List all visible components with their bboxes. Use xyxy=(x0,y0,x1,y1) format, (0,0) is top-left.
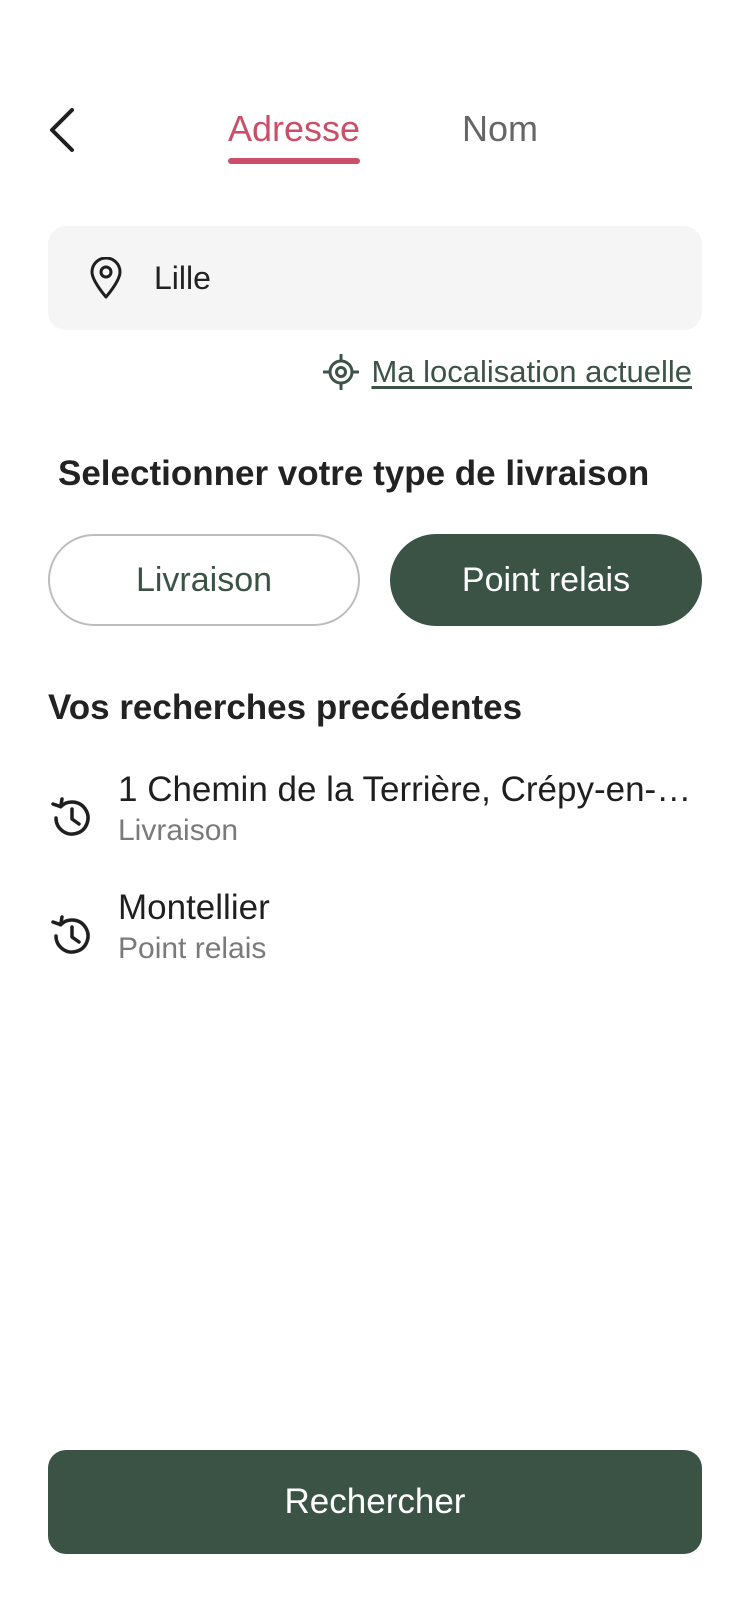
history-icon xyxy=(48,912,96,960)
tab-adresse[interactable]: Adresse xyxy=(228,108,361,164)
location-pin-icon xyxy=(86,256,126,300)
address-input[interactable] xyxy=(154,259,654,297)
address-search-field[interactable] xyxy=(48,226,702,330)
current-location-label: Ma localisation actuelle xyxy=(371,354,692,389)
search-button[interactable]: Rechercher xyxy=(48,1450,702,1554)
history-title: Vos recherches precédentes xyxy=(48,688,523,727)
history-item-address: 1 Chemin de la Terrière, Crépy-en-Valois xyxy=(118,770,702,809)
history-item-type: Point relais xyxy=(118,932,267,965)
active-tab-indicator xyxy=(228,158,361,164)
history-icon xyxy=(48,794,96,842)
history-item[interactable]: 1 Chemin de la Terrière, Crépy-en-Valois… xyxy=(48,770,702,866)
crosshair-icon xyxy=(323,354,360,390)
screen: Adresse Nom Ma localisation actuelle xyxy=(0,0,750,1624)
tab-nom[interactable]: Nom xyxy=(462,108,538,164)
delivery-option-livraison[interactable]: Livraison xyxy=(48,534,360,626)
delivery-option-label: Point relais xyxy=(461,560,631,599)
history-item[interactable]: Montellier Point relais xyxy=(48,888,702,984)
tab-adresse-label: Adresse xyxy=(228,108,361,149)
delivery-type-title: Selectionner votre type de livraison xyxy=(58,454,650,493)
history-item-address: Montellier xyxy=(118,888,270,927)
current-location-link[interactable]: Ma localisation actuelle xyxy=(323,350,692,394)
search-button-label: Rechercher xyxy=(284,1482,466,1521)
tab-nom-label: Nom xyxy=(462,108,539,149)
delivery-option-label: Livraison xyxy=(135,560,273,599)
chevron-left-icon xyxy=(50,108,74,152)
delivery-option-point-relais[interactable]: Point relais xyxy=(390,534,702,626)
back-button[interactable] xyxy=(40,104,84,156)
history-item-type: Livraison xyxy=(118,814,239,847)
